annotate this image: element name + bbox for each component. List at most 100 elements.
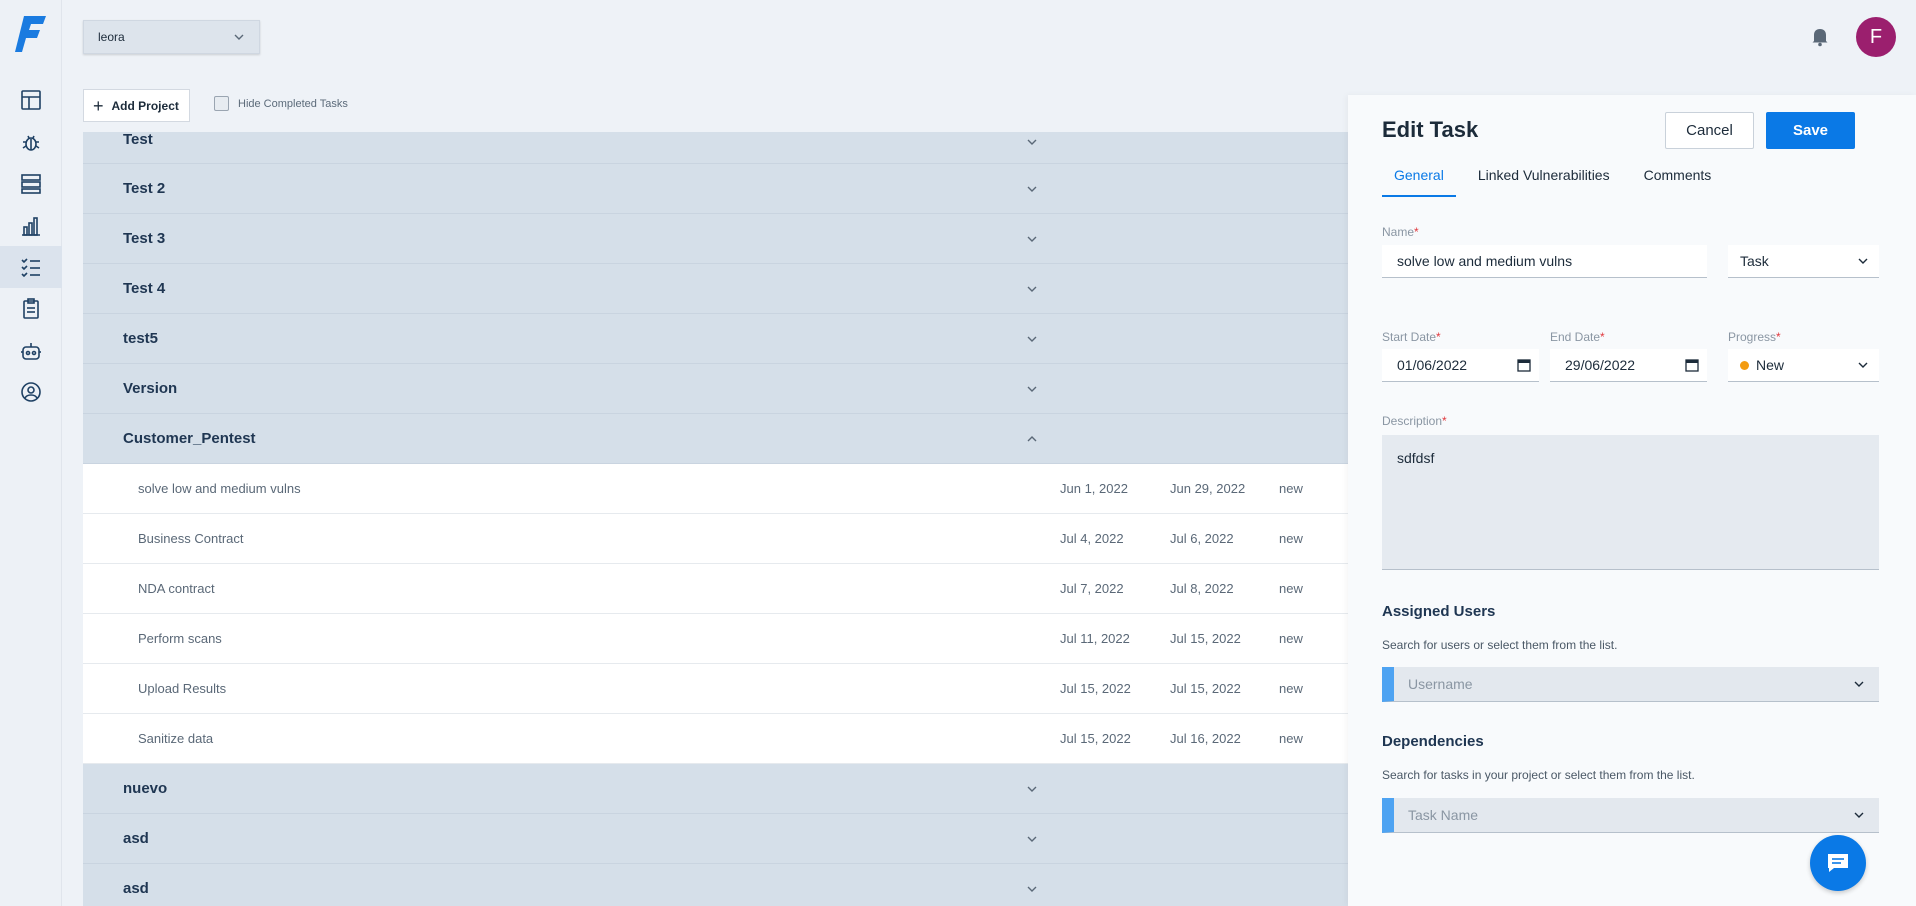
nav-automation[interactable]: [0, 330, 62, 372]
task-end-date: Jul 6, 2022: [1170, 531, 1234, 546]
calendar-icon[interactable]: [1685, 358, 1699, 372]
task-row[interactable]: NDA contract Jul 7, 2022 Jul 8, 2022 new: [83, 564, 1348, 614]
task-name: Upload Results: [138, 681, 227, 696]
project-name: Test 2: [123, 180, 166, 197]
chevron-down-icon[interactable]: [1026, 333, 1038, 345]
dependencies-select[interactable]: Task Name: [1382, 798, 1879, 833]
task-name-placeholder: Task Name: [1408, 807, 1479, 823]
assigned-users-select[interactable]: Username: [1382, 667, 1879, 702]
add-project-label: Add Project: [111, 98, 179, 113]
tab-linked-vulnerabilities[interactable]: Linked Vulnerabilities: [1466, 167, 1622, 197]
start-date-label: Start Date*: [1382, 330, 1441, 344]
task-row[interactable]: Upload Results Jul 15, 2022 Jul 15, 2022 ne…: [83, 664, 1348, 714]
project-name: Customer_Pentest: [123, 430, 256, 447]
nav-tasks[interactable]: [0, 246, 62, 288]
calendar-icon[interactable]: [1517, 358, 1531, 372]
workspace-select[interactable]: leora: [83, 20, 260, 54]
description-label: Description*: [1382, 414, 1447, 428]
start-date-field[interactable]: 01/06/2022: [1382, 349, 1539, 382]
project-row[interactable]: Test 4: [83, 264, 1348, 314]
bell-icon[interactable]: [1808, 24, 1832, 48]
chevron-down-icon[interactable]: [1026, 183, 1038, 195]
chevron-down-icon[interactable]: [1026, 883, 1038, 895]
end-date-value: 29/06/2022: [1565, 357, 1636, 373]
project-name: asd: [123, 880, 149, 897]
task-start-date: Jul 11, 2022: [1060, 631, 1130, 646]
task-row[interactable]: solve low and medium vulns Jun 1, 2022 Jun…: [83, 464, 1348, 514]
project-row[interactable]: Test: [83, 132, 1348, 164]
project-row[interactable]: Test 3: [83, 214, 1348, 264]
task-status: new: [1279, 681, 1303, 696]
project-row[interactable]: Test 2: [83, 164, 1348, 214]
add-project-button[interactable]: + Add Project: [83, 89, 190, 122]
task-status: new: [1279, 731, 1303, 746]
task-start-date: Jul 15, 2022: [1060, 681, 1131, 696]
description-textarea[interactable]: sdfdsf: [1382, 435, 1879, 570]
tasks-icon: [21, 258, 40, 278]
project-row[interactable]: asd: [83, 814, 1348, 864]
task-start-date: Jun 1, 2022: [1060, 481, 1128, 496]
nav-assets[interactable]: [0, 163, 62, 205]
task-row[interactable]: Perform scans Jul 11, 2022 Jul 15, 2022 new: [83, 614, 1348, 664]
tab-general[interactable]: General: [1382, 167, 1456, 197]
save-button[interactable]: Save: [1766, 112, 1855, 149]
project-row[interactable]: nuevo: [83, 764, 1348, 814]
project-row[interactable]: test5: [83, 314, 1348, 364]
assigned-users-title: Assigned Users: [1382, 603, 1496, 620]
chevron-down-icon: [1858, 258, 1868, 264]
nav-vulnerabilities[interactable]: [0, 121, 62, 163]
project-name: Test 3: [123, 230, 166, 247]
logo-icon[interactable]: [14, 14, 48, 54]
chevron-down-icon[interactable]: [1026, 383, 1038, 395]
task-name: Perform scans: [138, 631, 222, 646]
chevron-down-icon[interactable]: [1026, 136, 1038, 148]
hide-completed-checkbox[interactable]: [214, 96, 229, 111]
nav-reports[interactable]: [0, 288, 62, 330]
task-name: Sanitize data: [138, 731, 214, 746]
start-date-value: 01/06/2022: [1397, 357, 1468, 373]
bug-icon: [22, 135, 40, 151]
task-status: new: [1279, 631, 1303, 646]
task-end-date: Jun 29, 2022: [1170, 481, 1246, 496]
project-row[interactable]: Version: [83, 364, 1348, 414]
nav-analytics[interactable]: [0, 205, 62, 247]
chevron-down-icon[interactable]: [1026, 233, 1038, 245]
avatar[interactable]: F: [1856, 17, 1896, 57]
progress-value: New: [1756, 357, 1785, 373]
project-row-expanded[interactable]: Customer_Pentest: [83, 414, 1348, 464]
nav-users[interactable]: [0, 371, 62, 413]
plus-icon: +: [93, 95, 104, 116]
task-type-select[interactable]: Task: [1728, 245, 1879, 278]
chevron-up-icon[interactable]: [1026, 433, 1038, 445]
panel-tabs: General Linked Vulnerabilities Comments: [1382, 167, 1733, 197]
task-name-field[interactable]: solve low and medium vulns: [1382, 245, 1707, 278]
task-start-date: Jul 4, 2022: [1060, 531, 1124, 546]
task-end-date: Jul 8, 2022: [1170, 581, 1234, 596]
project-name: asd: [123, 830, 149, 847]
end-date-label: End Date*: [1550, 330, 1605, 344]
assigned-users-hint: Search for users or select them from the…: [1382, 638, 1618, 652]
task-row[interactable]: Business Contract Jul 4, 2022 Jul 6, 2022 n…: [83, 514, 1348, 564]
nav-dashboard[interactable]: [0, 79, 62, 121]
end-date-field[interactable]: 29/06/2022: [1550, 349, 1707, 382]
hide-completed-toggle[interactable]: Hide Completed Tasks: [214, 96, 348, 111]
chat-button[interactable]: [1810, 835, 1866, 891]
task-start-date: Jul 15, 2022: [1060, 731, 1131, 746]
task-status: new: [1279, 581, 1303, 596]
robot-icon: [21, 343, 41, 360]
progress-select[interactable]: New: [1728, 349, 1879, 382]
task-end-date: Jul 15, 2022: [1170, 631, 1241, 646]
task-name: solve low and medium vulns: [138, 481, 301, 496]
cancel-button[interactable]: Cancel: [1665, 112, 1754, 149]
chevron-down-icon[interactable]: [1026, 783, 1038, 795]
project-row[interactable]: asd: [83, 864, 1348, 906]
tab-comments[interactable]: Comments: [1632, 167, 1724, 197]
chevron-down-icon[interactable]: [1026, 283, 1038, 295]
project-name: Test: [123, 132, 153, 148]
task-row[interactable]: Sanitize data Jul 15, 2022 Jul 16, 2022 new: [83, 714, 1348, 764]
task-start-date: Jul 7, 2022: [1060, 581, 1124, 596]
task-name: Business Contract: [138, 531, 244, 546]
task-status: new: [1279, 531, 1303, 546]
hide-completed-label: Hide Completed Tasks: [238, 97, 348, 110]
chevron-down-icon[interactable]: [1026, 833, 1038, 845]
